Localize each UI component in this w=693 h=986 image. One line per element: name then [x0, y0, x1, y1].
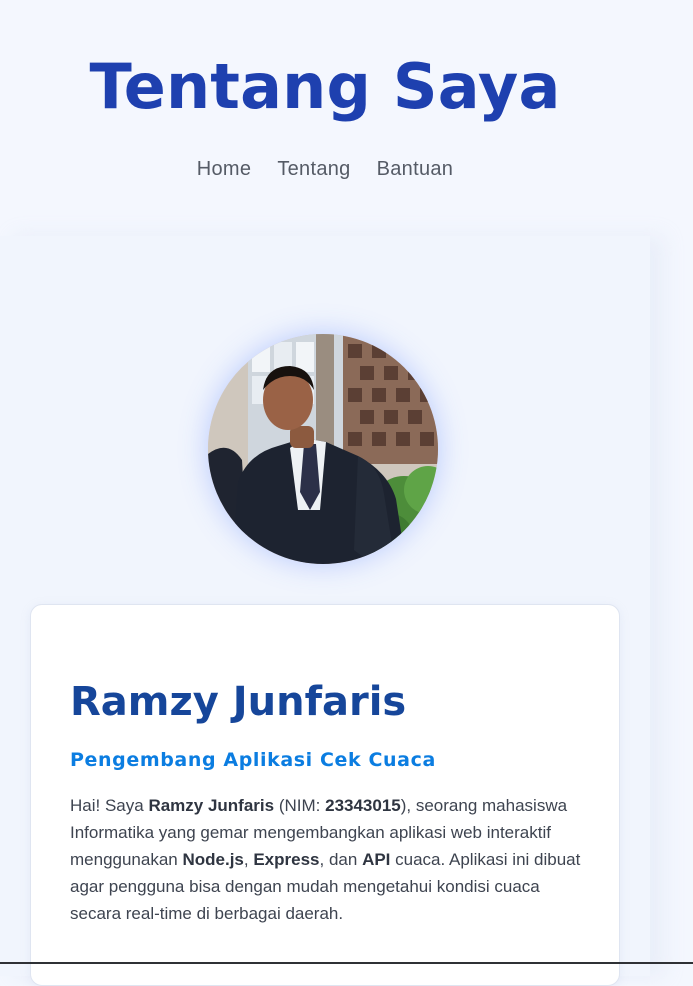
bio-text: (NIM:	[274, 796, 326, 815]
bio-nim: 23343015	[325, 796, 401, 815]
bio-tech-express: Express	[253, 850, 320, 869]
profile-card: Ramzy Junfaris Pengembang Aplikasi Cek C…	[30, 604, 620, 986]
page-title: Tentang Saya	[89, 50, 561, 123]
bio-text: Hai! Saya	[70, 796, 149, 815]
bio-name: Ramzy Junfaris	[148, 796, 275, 815]
profile-bio: Hai! Saya Ramzy Junfaris (NIM: 23343015)…	[70, 792, 582, 927]
bio-text: , dan	[319, 850, 363, 869]
profile-name: Ramzy Junfaris	[70, 679, 407, 725]
bio-tech-nodejs: Node.js	[182, 850, 244, 869]
bio-tech-api: API	[362, 850, 391, 869]
profile-avatar	[208, 334, 438, 564]
nav-bantuan-link[interactable]: Bantuan	[377, 158, 454, 181]
profile-photo	[208, 334, 438, 564]
profile-role: Pengembang Aplikasi Cek Cuaca	[70, 749, 436, 771]
nav-home-link[interactable]: Home	[197, 158, 252, 181]
nav-tentang-link[interactable]: Tentang	[277, 158, 350, 181]
main-nav: Home Tentang Bantuan	[0, 158, 650, 181]
bio-text: ,	[243, 850, 254, 869]
